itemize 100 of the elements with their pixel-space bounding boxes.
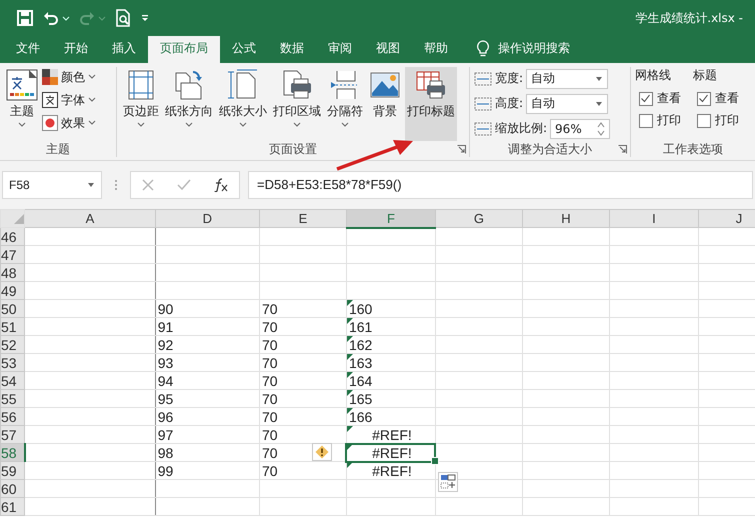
theme-option-button[interactable]: 字体 [42, 90, 96, 110]
row-header[interactable]: 55 [0, 390, 25, 408]
checkbox[interactable] [639, 92, 653, 106]
row-header[interactable]: 52 [0, 336, 25, 354]
ribbon-tab[interactable]: 视图 [364, 36, 412, 63]
row-header[interactable]: 54 [0, 372, 25, 390]
table-cell: 96 [158, 408, 174, 424]
paper-size-icon [227, 69, 259, 101]
column-header[interactable]: A [24, 210, 156, 228]
table-cell: 161 [348, 318, 372, 334]
ribbon-tab[interactable]: 文件 [4, 36, 52, 63]
table-cell: 90 [158, 300, 174, 316]
row-header[interactable]: 51 [0, 318, 25, 336]
ribbon-tab[interactable]: 帮助 [412, 36, 460, 63]
fill-handle[interactable] [430, 457, 439, 465]
caret-icon [18, 122, 26, 128]
scale-icon [474, 70, 492, 88]
table-cell: 70 [262, 426, 278, 442]
group-label: 页面设置 [268, 141, 318, 157]
theme-option-button[interactable]: 效果 [42, 113, 96, 133]
field-label: 高度: [495, 95, 524, 112]
row-header[interactable]: 60 [0, 480, 25, 498]
table-cell-text: #REF! [371, 444, 413, 460]
ribbon-tab[interactable]: 插入 [100, 36, 148, 63]
caret-icon [88, 97, 96, 103]
dropdown-arrow-icon [595, 76, 604, 82]
option-checkbox[interactable]: 查看 [635, 90, 681, 107]
page-setup-button[interactable]: 纸张方向 [163, 67, 215, 141]
row-header[interactable]: 56 [0, 408, 25, 426]
table-cell: 70 [262, 462, 278, 478]
scale-field[interactable]: 自动 [526, 94, 608, 114]
option-checkbox[interactable]: 查看 [693, 90, 739, 107]
checkbox[interactable] [697, 92, 711, 106]
grip-icon [114, 178, 118, 192]
ribbon-tab[interactable]: 公式 [220, 36, 268, 63]
formula-field[interactable]: =D58+E53:E58*78*F59() [248, 171, 753, 199]
page-setup-button[interactable]: 分隔符 [325, 67, 365, 141]
checkbox[interactable] [697, 114, 711, 128]
row-header[interactable]: 48 [0, 264, 25, 282]
paste-options-icon[interactable] [438, 472, 458, 492]
table-cell: 70 [262, 336, 278, 352]
theme-button[interactable]: 主题 [4, 67, 40, 141]
column-header[interactable]: J [698, 210, 755, 228]
column-header[interactable]: I [609, 210, 698, 228]
table-cell: 162 [348, 336, 372, 352]
checkbox[interactable] [639, 114, 653, 128]
check-icon[interactable] [176, 178, 192, 192]
ribbon-tab[interactable]: 数据 [268, 36, 316, 63]
scale-field[interactable]: 自动 [526, 68, 608, 88]
dropdown-arrow-icon [87, 182, 95, 188]
option-heading: 标题 [693, 67, 718, 84]
row-header[interactable]: 59 [0, 462, 25, 480]
theme-option-button[interactable]: 颜色 [42, 67, 96, 87]
row-header[interactable]: 53 [0, 354, 25, 372]
name-box[interactable]: F58 [2, 171, 102, 199]
row-header[interactable]: 49 [0, 282, 25, 300]
row-header[interactable]: 58 [0, 444, 25, 462]
row-header[interactable]: 47 [0, 246, 25, 264]
page-setup-button[interactable]: 打印区域 [271, 67, 323, 141]
row-header[interactable]: 61 [0, 498, 25, 516]
table-cell: 163 [348, 354, 372, 370]
scale-field[interactable]: 96% [550, 118, 610, 138]
page-setup-button[interactable]: 打印标题 [405, 67, 457, 141]
table-cell: 70 [262, 372, 278, 388]
palette-icon [42, 69, 58, 85]
function-icon[interactable] [212, 178, 229, 192]
table-cell: 94 [158, 372, 174, 388]
caret-icon[interactable] [62, 14, 70, 22]
customize-icon[interactable] [140, 12, 150, 24]
print-titles-icon [415, 69, 447, 101]
column-header[interactable]: G [435, 210, 522, 228]
table-cell: 166 [348, 408, 372, 424]
dialog-launcher-icon[interactable] [457, 145, 466, 154]
column-header[interactable]: F [346, 210, 436, 228]
page-setup-button[interactable]: 纸张大小 [217, 67, 269, 141]
column-header[interactable]: D [155, 210, 260, 228]
dialog-launcher-icon[interactable] [618, 145, 627, 154]
field-label: 缩放比例: [495, 120, 548, 137]
caret-icon [88, 120, 96, 126]
option-checkbox[interactable]: 打印 [635, 112, 681, 129]
table-cell: 164 [348, 372, 372, 388]
caret-icon [88, 74, 96, 80]
field-label: 宽度: [495, 70, 524, 87]
ribbon-tab[interactable]: 审阅 [316, 36, 364, 63]
group-label: 调整为合适大小 [507, 141, 593, 157]
row-header[interactable]: 50 [0, 300, 25, 318]
column-header[interactable]: H [522, 210, 610, 228]
row-header[interactable]: 57 [0, 426, 25, 444]
option-checkbox[interactable]: 打印 [693, 112, 739, 129]
page-setup-button[interactable]: 背景 [367, 67, 403, 141]
save-icon[interactable] [16, 9, 34, 27]
ribbon-tab[interactable]: 页面布局 [148, 36, 220, 63]
row-header[interactable]: 46 [0, 228, 25, 246]
ribbon-tab[interactable]: 开始 [52, 36, 100, 63]
print-preview-icon[interactable] [114, 9, 132, 27]
page-setup-button[interactable]: 页边距 [121, 67, 161, 141]
error-warning-icon[interactable] [312, 443, 332, 461]
search-field[interactable]: 操作说明搜索 [498, 36, 570, 63]
group-label: 工作表选项 [662, 141, 724, 157]
column-header[interactable]: E [259, 210, 346, 228]
